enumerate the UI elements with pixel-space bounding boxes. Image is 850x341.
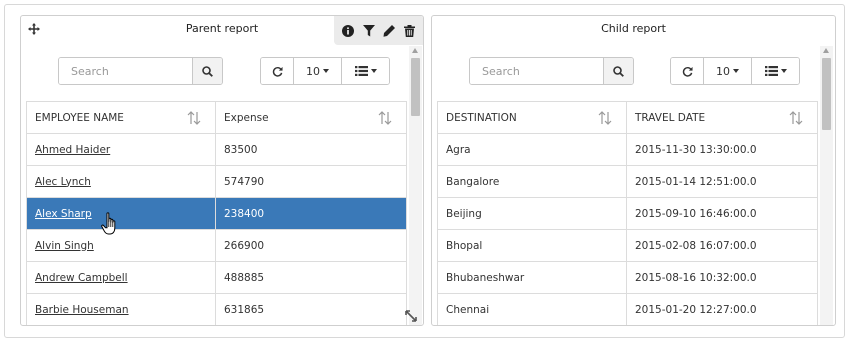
dashboard-container: Parent report Search 10 EMPLOYEE NAME Ex… (4, 4, 845, 338)
destination-cell: Beijing (437, 197, 627, 230)
table-row[interactable]: Bangalore 2015-01-14 12:51:00.0 (437, 165, 818, 198)
edit-icon[interactable] (381, 23, 397, 39)
table-row[interactable]: Barbie Houseman 631865 (26, 293, 407, 325)
employee-link[interactable]: Alex Sharp (35, 208, 92, 220)
info-icon[interactable] (340, 23, 356, 39)
refresh-icon[interactable] (261, 58, 293, 84)
table-row[interactable]: Bhopal 2015-02-08 16:07:00.0 (437, 229, 818, 262)
list-icon (764, 66, 778, 76)
sort-icon[interactable] (378, 111, 392, 125)
travel-date-cell: 2015-01-14 12:51:00.0 (626, 165, 818, 198)
search-input[interactable] (59, 58, 192, 84)
column-header-destination[interactable]: DESTINATION (437, 101, 627, 134)
page-size-value: 10 (716, 64, 730, 78)
travel-date-cell: 2015-02-08 16:07:00.0 (626, 229, 818, 262)
sort-icon[interactable] (789, 111, 803, 125)
chevron-down-icon (370, 69, 377, 73)
child-table: DESTINATION TRAVEL DATE Agra 2015-11-30 1… (437, 101, 818, 325)
travel-date-cell: 2015-08-16 10:32:00.0 (626, 261, 818, 294)
trash-icon[interactable] (402, 23, 418, 39)
vertical-scrollbar[interactable] (820, 46, 833, 325)
scrollbar-thumb[interactable] (822, 58, 831, 130)
scroll-up-icon[interactable] (823, 48, 829, 53)
expense-cell: 266900 (215, 229, 407, 262)
parent-table: EMPLOYEE NAME Expense Ahmed Haider 83500 … (26, 101, 407, 325)
page-size-dropdown[interactable]: 10 (703, 58, 751, 84)
panel-toolbar (334, 16, 423, 45)
column-toggle-button[interactable] (751, 58, 799, 84)
column-toggle-button[interactable] (341, 58, 389, 84)
search-input[interactable] (470, 58, 603, 84)
table-row[interactable]: Alvin Singh 266900 (26, 229, 407, 262)
sort-icon[interactable] (598, 111, 612, 125)
table-header-row: DESTINATION TRAVEL DATE (437, 101, 818, 134)
employee-link[interactable]: Alvin Singh (35, 240, 94, 252)
search-box (58, 57, 223, 85)
employee-link[interactable]: Alec Lynch (35, 176, 91, 188)
destination-cell: Chennai (437, 293, 627, 325)
list-icon (354, 66, 368, 76)
search-icon[interactable] (603, 58, 633, 84)
table-row[interactable]: Chennai 2015-01-20 12:27:00.0 (437, 293, 818, 325)
column-header-travel-date[interactable]: TRAVEL DATE (626, 101, 818, 134)
page-size-dropdown[interactable]: 10 (293, 58, 341, 84)
panel-title: Child report (601, 22, 666, 35)
search-icon[interactable] (192, 58, 222, 84)
expense-cell: 488885 (215, 261, 407, 294)
table-row[interactable]: Alec Lynch 574790 (26, 165, 407, 198)
column-header-expense[interactable]: Expense (215, 101, 407, 134)
expense-cell: 631865 (215, 293, 407, 325)
expense-cell: 83500 (215, 133, 407, 166)
filter-icon[interactable] (361, 23, 377, 39)
table-row[interactable]: Bhubaneshwar 2015-08-16 10:32:00.0 (437, 261, 818, 294)
resize-icon[interactable] (404, 309, 418, 323)
table-controls: 10 (670, 57, 800, 85)
employee-link[interactable]: Barbie Houseman (35, 304, 129, 316)
scrollbar-thumb[interactable] (411, 58, 420, 116)
page-size-value: 10 (306, 64, 320, 78)
expense-cell: 238400 (215, 197, 407, 230)
table-row[interactable]: Ahmed Haider 83500 (26, 133, 407, 166)
destination-cell: Agra (437, 133, 627, 166)
sort-icon[interactable] (187, 111, 201, 125)
travel-date-cell: 2015-09-10 16:46:00.0 (626, 197, 818, 230)
destination-cell: Bhopal (437, 229, 627, 262)
employee-link[interactable]: Andrew Campbell (35, 272, 128, 284)
expense-cell: 574790 (215, 165, 407, 198)
vertical-scrollbar[interactable] (409, 46, 422, 325)
chevron-down-icon (733, 69, 739, 73)
travel-date-cell: 2015-11-30 13:30:00.0 (626, 133, 818, 166)
destination-cell: Bangalore (437, 165, 627, 198)
table-row[interactable]: Beijing 2015-09-10 16:46:00.0 (437, 197, 818, 230)
column-header-employee-name[interactable]: EMPLOYEE NAME (26, 101, 216, 134)
table-row-selected[interactable]: Alex Sharp 238400 (26, 197, 407, 230)
search-box (469, 57, 634, 85)
child-report-panel: Child report 10 DESTINATION (431, 15, 836, 326)
chevron-down-icon (323, 69, 329, 73)
table-row[interactable]: Andrew Campbell 488885 (26, 261, 407, 294)
scroll-up-icon[interactable] (412, 48, 418, 53)
refresh-icon[interactable] (671, 58, 703, 84)
parent-report-panel: Parent report Search 10 EMPLOYEE NAME Ex… (20, 15, 424, 326)
table-row[interactable]: Agra 2015-11-30 13:30:00.0 (437, 133, 818, 166)
chevron-down-icon (780, 69, 787, 73)
table-controls: 10 (260, 57, 390, 85)
employee-link[interactable]: Ahmed Haider (35, 144, 110, 156)
travel-date-cell: 2015-01-20 12:27:00.0 (626, 293, 818, 325)
destination-cell: Bhubaneshwar (437, 261, 627, 294)
table-header-row: EMPLOYEE NAME Expense (26, 101, 407, 134)
